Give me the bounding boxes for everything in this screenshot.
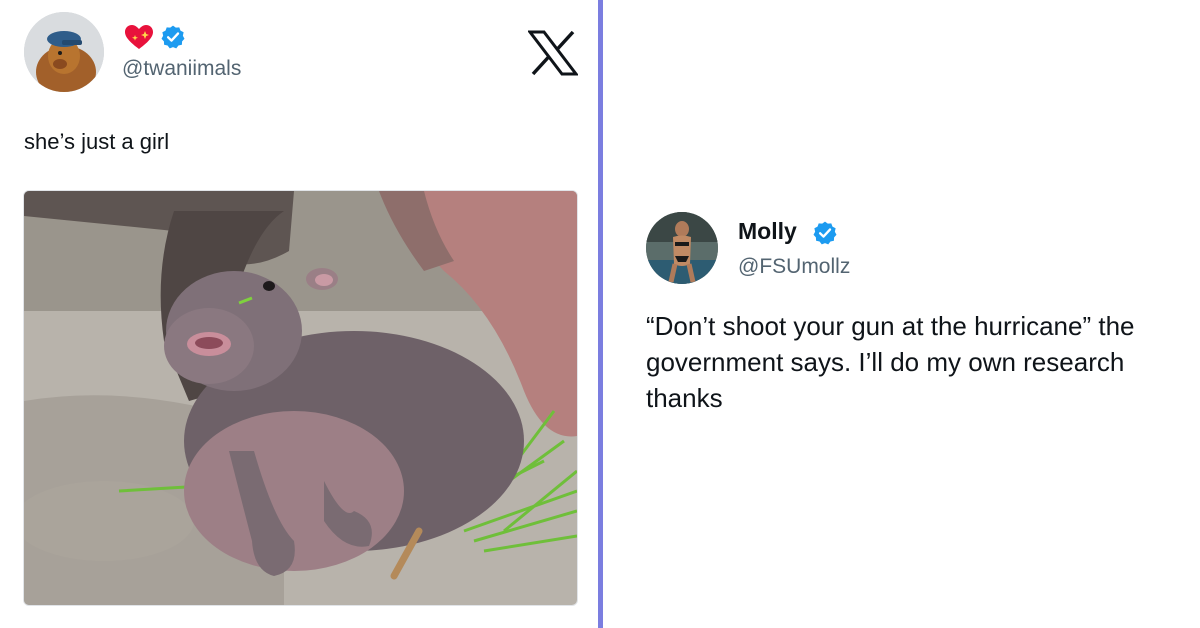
dog-avatar-icon — [24, 12, 104, 92]
tweet-card-right: Molly @FSUmollz “Don’t shoot your gun at… — [603, 0, 1200, 628]
sparkling-heart-icon — [125, 25, 153, 49]
name-badges — [124, 24, 186, 50]
baby-hippo-photo-icon — [24, 191, 577, 605]
person-avatar-icon — [646, 212, 718, 284]
tweet-text: she’s just a girl — [24, 129, 170, 154]
x-logo-icon[interactable] — [528, 30, 578, 76]
tweet-card-left: @twaniimals she’s just a girl — [0, 0, 598, 628]
user-handle[interactable]: @twaniimals — [122, 57, 241, 81]
display-name[interactable]: Molly — [738, 218, 797, 245]
tweet-media-image[interactable] — [23, 190, 578, 606]
verified-badge-icon — [813, 221, 837, 245]
avatar[interactable] — [646, 212, 718, 284]
avatar[interactable] — [24, 12, 104, 92]
verified-badge-icon — [161, 25, 185, 49]
user-handle[interactable]: @FSUmollz — [738, 255, 850, 279]
tweet-text: “Don’t shoot your gun at the hurricane” … — [646, 311, 1135, 413]
